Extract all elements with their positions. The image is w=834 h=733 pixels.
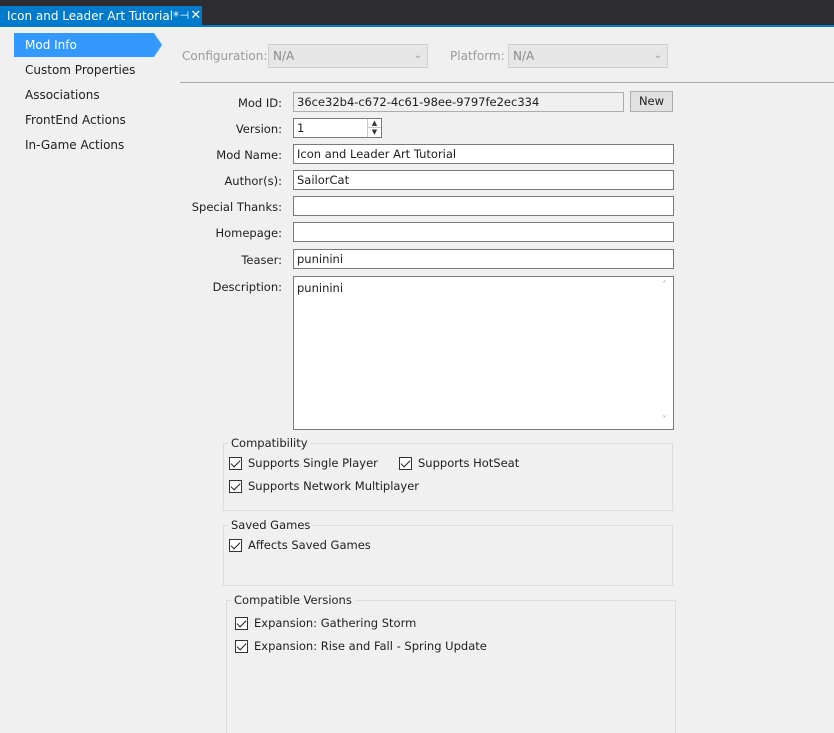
teaser-field[interactable]: puninini (293, 249, 674, 269)
document-tab-bar: Icon and Leader Art Tutorial* ⊣ ✕ (0, 0, 834, 25)
platform-label: Platform: (450, 49, 505, 63)
hotseat-label: Supports HotSeat (418, 456, 520, 470)
description-label: Description: (212, 280, 282, 294)
network-multiplayer-label: Supports Network Multiplayer (248, 479, 420, 493)
close-icon[interactable]: ✕ (190, 8, 202, 23)
saved-games-title: Saved Games (228, 518, 314, 532)
stepper-up-icon[interactable]: ▲ (368, 119, 381, 128)
document-tab[interactable]: Icon and Leader Art Tutorial* ⊣ ✕ (0, 6, 202, 25)
hotseat-checkbox[interactable]: Supports HotSeat (399, 456, 519, 470)
version-value: 1 (297, 121, 305, 135)
mod-name-label: Mod Name: (216, 148, 282, 162)
version-label: Version: (235, 122, 282, 136)
checkbox-checked-icon (235, 616, 248, 630)
single-player-label: Supports Single Player (248, 456, 378, 470)
sidebar-item-ingame-actions[interactable]: In-Game Actions (14, 133, 154, 157)
authors-field[interactable]: SailorCat (293, 170, 674, 190)
rise-and-fall-checkbox[interactable]: Expansion: Rise and Fall - Spring Update (235, 639, 487, 653)
divider (180, 82, 834, 83)
sidebar-item-custom-properties[interactable]: Custom Properties (14, 58, 154, 82)
checkbox-checked-icon (399, 456, 412, 470)
chevron-up-icon[interactable]: ˄ (656, 280, 673, 291)
compatible-versions-title: Compatible Versions (231, 593, 355, 607)
homepage-label: Homepage: (215, 226, 282, 240)
mod-id-label: Mod ID: (237, 96, 282, 110)
special-thanks-field[interactable] (293, 196, 674, 216)
rise-and-fall-label: Expansion: Rise and Fall - Spring Update (254, 639, 487, 653)
compatibility-title: Compatibility (228, 436, 311, 450)
sidebar-item-frontend-actions[interactable]: FrontEnd Actions (14, 108, 154, 132)
saved-games-group (223, 525, 673, 586)
chevron-down-icon[interactable]: ˅ (656, 415, 673, 426)
description-text: puninini (297, 281, 344, 295)
platform-value: N/A (513, 49, 535, 63)
configuration-value: N/A (273, 49, 295, 63)
single-player-checkbox[interactable]: Supports Single Player (229, 456, 378, 470)
teaser-label: Teaser: (241, 253, 282, 267)
chevron-down-icon: ⌄ (413, 50, 422, 61)
sidebar-item-mod-info[interactable]: Mod Info (14, 33, 162, 57)
checkbox-checked-icon (229, 456, 242, 470)
version-stepper[interactable]: 1 ▲ ▼ (293, 118, 382, 138)
configuration-select[interactable]: N/A ⌄ (268, 44, 428, 68)
sidebar: Mod Info Custom Properties Associations … (0, 27, 170, 733)
homepage-field[interactable] (293, 222, 674, 242)
sidebar-item-associations[interactable]: Associations (14, 83, 154, 107)
network-multiplayer-checkbox[interactable]: Supports Network Multiplayer (229, 479, 419, 493)
checkbox-checked-icon (235, 639, 248, 653)
mod-name-field[interactable]: Icon and Leader Art Tutorial (293, 144, 674, 164)
description-scrollbar[interactable]: ˄ ˅ (656, 277, 673, 429)
gathering-storm-checkbox[interactable]: Expansion: Gathering Storm (235, 616, 416, 630)
description-field[interactable]: puninini ˄ ˅ (293, 276, 674, 430)
affects-saved-games-label: Affects Saved Games (248, 538, 371, 552)
configuration-label: Configuration: (182, 49, 268, 63)
new-id-button[interactable]: New (630, 91, 673, 112)
document-tab-title: Icon and Leader Art Tutorial* (7, 8, 180, 23)
pin-icon[interactable]: ⊣ (179, 9, 190, 22)
mod-id-field[interactable]: 36ce32b4-c672-4c61-98ee-9797fe2ec334 (293, 92, 624, 112)
platform-select[interactable]: N/A ⌄ (508, 44, 668, 68)
gathering-storm-label: Expansion: Gathering Storm (254, 616, 417, 630)
compatibility-group (223, 443, 673, 511)
affects-saved-games-checkbox[interactable]: Affects Saved Games (229, 538, 371, 552)
chevron-down-icon: ⌄ (653, 50, 662, 61)
special-thanks-label: Special Thanks: (191, 200, 282, 214)
stepper-down-icon[interactable]: ▼ (368, 128, 381, 137)
checkbox-checked-icon (229, 538, 242, 552)
version-stepper-buttons: ▲ ▼ (367, 119, 381, 137)
authors-label: Author(s): (224, 174, 282, 188)
checkbox-checked-icon (229, 479, 242, 493)
